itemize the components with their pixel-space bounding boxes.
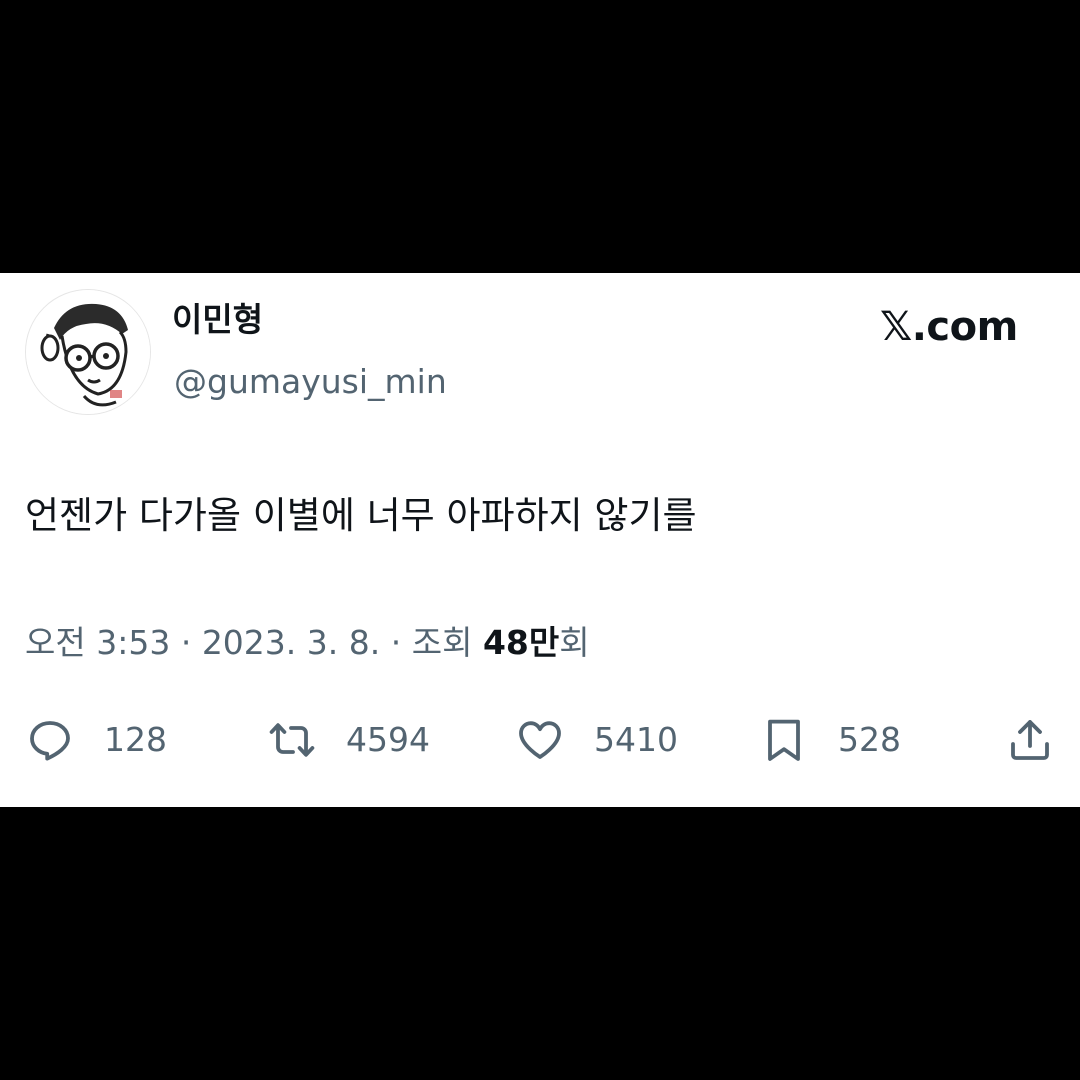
meta-separator: · bbox=[170, 623, 202, 662]
tweet-time[interactable]: 오전 3:53 bbox=[25, 623, 170, 662]
brand-logo-text: 𝕏.com bbox=[880, 304, 1018, 350]
share-button[interactable] bbox=[1006, 712, 1054, 768]
share-icon bbox=[1011, 720, 1049, 760]
retweet-count: 4594 bbox=[346, 720, 430, 759]
bookmark-count: 528 bbox=[838, 720, 901, 759]
user-handle[interactable]: @gumayusi_min bbox=[174, 360, 447, 404]
reply-button[interactable]: 128 bbox=[26, 712, 167, 768]
heart-icon bbox=[519, 721, 561, 759]
retweet-icon bbox=[269, 723, 315, 757]
meta-separator: · bbox=[380, 623, 412, 662]
bookmark-icon bbox=[768, 719, 800, 761]
retweet-button[interactable]: 4594 bbox=[268, 712, 430, 768]
like-count: 5410 bbox=[594, 720, 678, 759]
reply-icon bbox=[30, 721, 70, 761]
like-button[interactable]: 5410 bbox=[516, 712, 678, 768]
tweet-text: 언젠가 다가올 이별에 너무 아파하지 않기를 bbox=[25, 494, 697, 537]
bookmark-button[interactable]: 528 bbox=[760, 712, 901, 768]
tweet-meta: 오전 3:53 · 2023. 3. 8. · 조회 48만회 bbox=[25, 619, 590, 667]
reply-count: 128 bbox=[104, 720, 167, 759]
tweet-date[interactable]: 2023. 3. 8. bbox=[202, 623, 380, 662]
avatar-cartoon-image bbox=[26, 290, 150, 414]
views-label: 조회 bbox=[411, 623, 483, 662]
display-name[interactable]: 이민형 bbox=[172, 298, 263, 342]
views-suffix: 회 bbox=[559, 623, 590, 662]
views-count: 48만 bbox=[482, 623, 560, 662]
avatar[interactable] bbox=[25, 289, 151, 415]
